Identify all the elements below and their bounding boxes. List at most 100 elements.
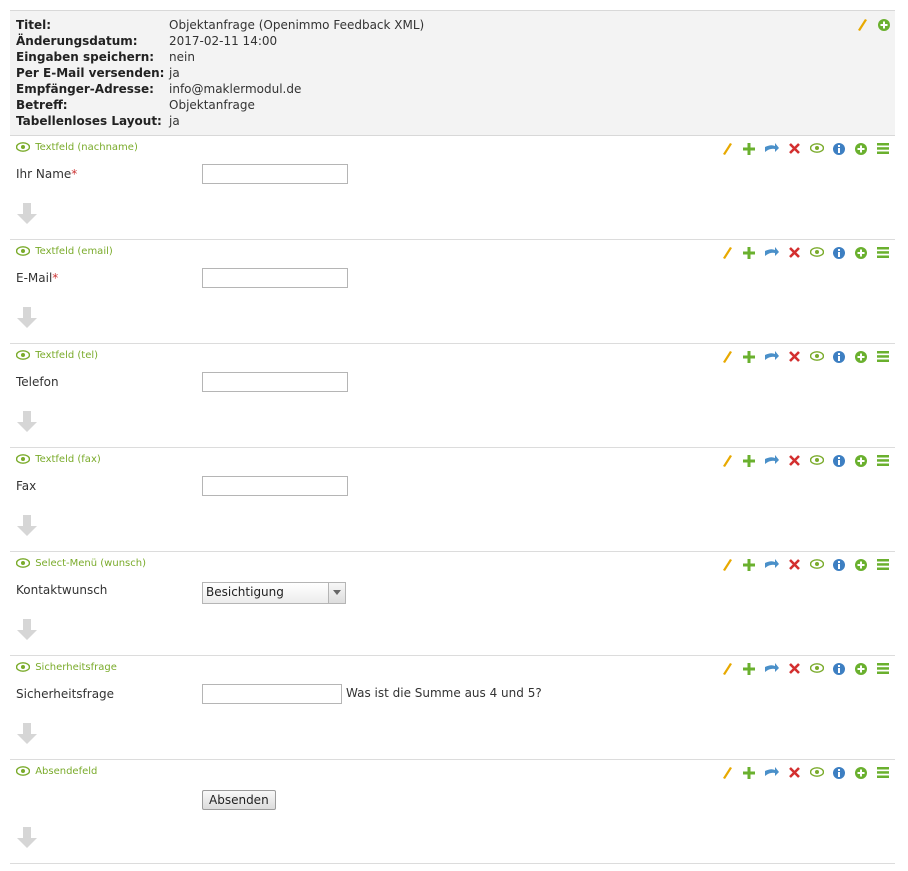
plus-icon[interactable] (743, 767, 756, 779)
eye-icon[interactable] (16, 453, 30, 465)
info-icon[interactable] (833, 455, 846, 467)
drag-handle-icon[interactable] (877, 663, 889, 674)
arrow-down-icon (17, 307, 37, 328)
delete-icon[interactable] (788, 455, 800, 466)
pencil-icon[interactable] (722, 247, 733, 259)
eye-icon[interactable] (809, 767, 824, 778)
drag-handle-icon[interactable] (877, 247, 889, 258)
field-title: Textfeld (email) (16, 245, 113, 259)
info-icon[interactable] (833, 351, 846, 363)
plus-icon[interactable] (743, 143, 756, 155)
info-value: 2017-02-11 14:00 (169, 34, 278, 48)
form-actions (851, 17, 890, 31)
plus-icon[interactable] (743, 351, 756, 363)
eye-icon[interactable] (16, 349, 30, 361)
add-circle-icon[interactable] (855, 767, 868, 779)
move-icon[interactable] (764, 767, 779, 778)
select-value: Besichtigung (206, 585, 284, 599)
field-title-label: Absendefeld (35, 766, 98, 777)
pencil-icon[interactable] (722, 767, 733, 779)
delete-icon[interactable] (788, 767, 800, 778)
field-section-email: Textfeld (email) E-Mail* (10, 239, 895, 344)
move-icon[interactable] (764, 455, 779, 466)
field-label: Fax (16, 479, 36, 493)
add-circle-icon[interactable] (855, 247, 868, 259)
nachname-input[interactable] (202, 164, 348, 184)
field-actions (716, 557, 889, 571)
move-icon[interactable] (764, 143, 779, 154)
pencil-icon[interactable] (722, 351, 733, 363)
move-icon[interactable] (764, 351, 779, 362)
delete-icon[interactable] (788, 663, 800, 674)
eye-icon[interactable] (809, 455, 824, 466)
field-label-text: Sicherheitsfrage (16, 687, 115, 701)
pencil-icon[interactable] (722, 559, 733, 571)
pencil-icon[interactable] (722, 143, 733, 155)
delete-icon[interactable] (788, 143, 800, 154)
drag-handle-icon[interactable] (877, 559, 889, 570)
eye-icon[interactable] (16, 661, 30, 673)
delete-icon[interactable] (788, 351, 800, 362)
field-label-text: Ihr Name (16, 167, 72, 181)
drag-handle-icon[interactable] (877, 143, 889, 154)
eye-icon[interactable] (809, 143, 824, 154)
info-value: Objektanfrage (169, 98, 255, 112)
field-title-label: Sicherheitsfrage (35, 662, 117, 673)
plus-icon[interactable] (743, 247, 756, 259)
info-icon[interactable] (833, 559, 846, 571)
pencil-icon[interactable] (722, 663, 733, 675)
field-actions (716, 453, 889, 467)
add-circle-icon[interactable] (855, 663, 868, 675)
eye-icon[interactable] (809, 559, 824, 570)
field-title-label: Textfeld (fax) (35, 454, 101, 465)
captcha-question: Was ist die Summe aus 4 und 5? (346, 686, 542, 700)
info-icon[interactable] (833, 247, 846, 259)
field-title: Sicherheitsfrage (16, 661, 117, 675)
info-icon[interactable] (833, 767, 846, 779)
eye-icon[interactable] (809, 247, 824, 258)
kontaktwunsch-select[interactable]: Besichtigung (202, 582, 346, 604)
pencil-icon[interactable] (857, 19, 868, 31)
email-input[interactable] (202, 268, 348, 288)
drag-handle-icon[interactable] (877, 351, 889, 362)
plus-icon[interactable] (743, 455, 756, 467)
field-actions (716, 349, 889, 363)
eye-icon[interactable] (809, 663, 824, 674)
eye-icon[interactable] (16, 141, 30, 153)
plus-icon[interactable] (743, 663, 756, 675)
field-label: Ihr Name* (16, 167, 77, 181)
move-icon[interactable] (764, 247, 779, 258)
eye-icon[interactable] (809, 351, 824, 362)
add-circle-icon[interactable] (855, 455, 868, 467)
add-circle-icon[interactable] (855, 351, 868, 363)
pencil-icon[interactable] (722, 455, 733, 467)
fax-input[interactable] (202, 476, 348, 496)
tel-input[interactable] (202, 372, 348, 392)
eye-icon[interactable] (16, 557, 30, 569)
move-icon[interactable] (764, 559, 779, 570)
captcha-input[interactable] (202, 684, 342, 704)
delete-icon[interactable] (788, 559, 800, 570)
info-label: Empfänger-Adresse: (16, 82, 154, 96)
eye-icon[interactable] (16, 765, 30, 777)
move-icon[interactable] (764, 663, 779, 674)
absenden-button[interactable]: Absenden (202, 790, 276, 810)
arrow-down-icon (17, 723, 37, 744)
add-circle-icon[interactable] (878, 19, 890, 31)
drag-handle-icon[interactable] (877, 455, 889, 466)
add-circle-icon[interactable] (855, 559, 868, 571)
field-label: Kontaktwunsch (16, 583, 107, 597)
add-circle-icon[interactable] (855, 143, 868, 155)
info-icon[interactable] (833, 663, 846, 675)
field-section-captcha: Sicherheitsfrage Sicherheitsfrage Was is… (10, 655, 895, 760)
chevron-down-icon[interactable] (328, 583, 345, 603)
info-label: Per E-Mail versenden: (16, 66, 165, 80)
drag-handle-icon[interactable] (877, 767, 889, 778)
field-section-submit: Absendefeld Absenden (10, 759, 895, 864)
info-value: nein (169, 50, 195, 64)
delete-icon[interactable] (788, 247, 800, 258)
eye-icon[interactable] (16, 245, 30, 257)
plus-icon[interactable] (743, 559, 756, 571)
field-section-fax: Textfeld (fax) Fax (10, 447, 895, 552)
info-icon[interactable] (833, 143, 846, 155)
